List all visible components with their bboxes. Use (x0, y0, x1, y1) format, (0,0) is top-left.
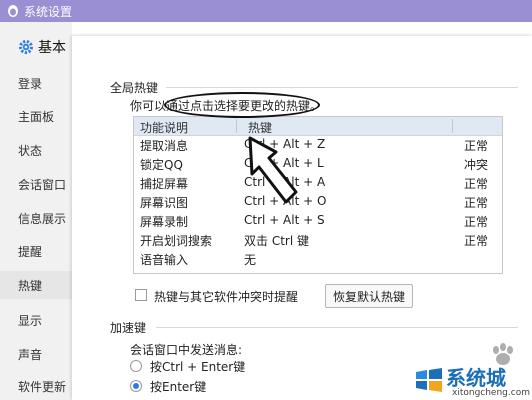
column-separator (236, 119, 237, 133)
table-row[interactable]: 屏幕识图 Ctrl + Alt + O 正常 (134, 194, 502, 213)
row-function: 锁定QQ (140, 158, 183, 172)
sidebar-header[interactable]: 基本 (0, 34, 90, 60)
sidebar-item-label: 状态 (18, 143, 43, 158)
row-status: 正常 (464, 177, 489, 191)
sidebar-item-label: 声音 (18, 347, 43, 362)
table-row[interactable]: 锁定QQ Ctrl + Alt + L 冲突 (134, 156, 502, 175)
sidebar-item-label: 登录 (18, 76, 43, 91)
sidebar-item-status[interactable]: 状态 (0, 136, 72, 164)
table-row[interactable]: 开启划词搜索 双击 Ctrl 键 正常 (134, 232, 502, 251)
sidebar-item-main-panel[interactable]: 主面板 (0, 102, 72, 130)
sidebar-item-chat-window[interactable]: 会话窗口 (0, 170, 72, 198)
column-separator (452, 119, 453, 133)
ctrl-enter-label: 按Ctrl + Enter键 (150, 360, 246, 374)
sidebar-item-hotkeys[interactable]: 热键 (0, 271, 72, 299)
row-status: 正常 (464, 234, 489, 248)
row-hotkey: Ctrl + Alt + S (244, 213, 325, 227)
table-row[interactable]: 捕捉屏幕 Ctrl + Alt + A 正常 (134, 175, 502, 194)
enter-label: 按Enter键 (150, 380, 207, 394)
row-function: 语音输入 (140, 253, 189, 267)
table-row[interactable]: 语音输入 无 (134, 251, 502, 270)
sidebar-item-label: 提醒 (18, 244, 43, 259)
sidebar-header-label: 基本 (38, 40, 66, 56)
conflict-reminder-label: 热键与其它软件冲突时提醒 (154, 290, 299, 304)
send-message-label: 会话窗口中发送消息: (130, 343, 243, 357)
watermark-url: xitongcheng.com (452, 388, 530, 398)
title-bar: 系统设置 (0, 0, 532, 22)
row-hotkey: 双击 Ctrl 键 (244, 234, 309, 248)
watermark-brand: 系统城 (446, 366, 506, 390)
row-status: 正常 (464, 196, 489, 210)
sidebar-item-info-display[interactable]: 信息展示 (0, 204, 72, 232)
xitongcheng-logo-icon (416, 368, 442, 392)
sidebar-item-label: 信息展示 (18, 211, 67, 226)
table-header: 功能说明 热键 (134, 117, 502, 136)
section-divider (166, 87, 518, 88)
sidebar-item-label: 热键 (18, 278, 43, 293)
sidebar-item-label: 软件更新 (18, 379, 67, 394)
row-status: 冲突 (464, 158, 489, 172)
gear-icon (19, 40, 33, 54)
sidebar-item-display[interactable]: 显示 (0, 306, 72, 334)
row-function: 捕捉屏幕 (140, 177, 189, 191)
row-function: 屏幕识图 (140, 196, 189, 210)
sidebar-item-reminder[interactable]: 提醒 (0, 237, 72, 265)
column-header-function: 功能说明 (140, 121, 189, 135)
hotkey-table: 功能说明 热键 提取消息 Ctrl + Alt + Z 正常 锁定QQ Ctrl… (133, 116, 503, 274)
row-status: 正常 (464, 139, 489, 153)
table-row[interactable]: 提取消息 Ctrl + Alt + Z 正常 (134, 137, 502, 156)
sidebar-item-label: 显示 (18, 313, 43, 328)
row-function: 提取消息 (140, 139, 189, 153)
sidebar: 基本 登录 主面板 状态 会话窗口 信息展示 提醒 热键 显示 声音 软件更新 (0, 22, 72, 400)
annotation-arrow-icon (248, 136, 298, 204)
global-hotkeys-title: 全局热键 (110, 81, 159, 95)
ctrl-enter-radio[interactable] (130, 360, 142, 372)
sidebar-item-label: 主面板 (18, 109, 55, 124)
penguin-icon (8, 5, 18, 17)
restore-default-hotkeys-button[interactable]: 恢复默认热键 (325, 284, 413, 308)
row-function: 屏幕录制 (140, 215, 189, 229)
sidebar-item-label: 会话窗口 (18, 177, 67, 192)
section-divider (156, 327, 518, 328)
row-function: 开启划词搜索 (140, 234, 213, 248)
row-hotkey: 无 (244, 253, 257, 267)
sidebar-item-software-update[interactable]: 软件更新 (0, 372, 72, 400)
sidebar-item-sound[interactable]: 声音 (0, 340, 72, 368)
sidebar-item-login[interactable]: 登录 (0, 69, 72, 97)
table-row[interactable]: 屏幕录制 Ctrl + Alt + S 正常 (134, 213, 502, 232)
row-status: 正常 (464, 215, 489, 229)
enter-radio[interactable] (130, 380, 142, 392)
conflict-reminder-checkbox[interactable] (135, 289, 147, 301)
annotation-oval (164, 92, 320, 118)
window-title: 系统设置 (24, 4, 73, 19)
accelerator-title: 加速键 (110, 321, 147, 335)
